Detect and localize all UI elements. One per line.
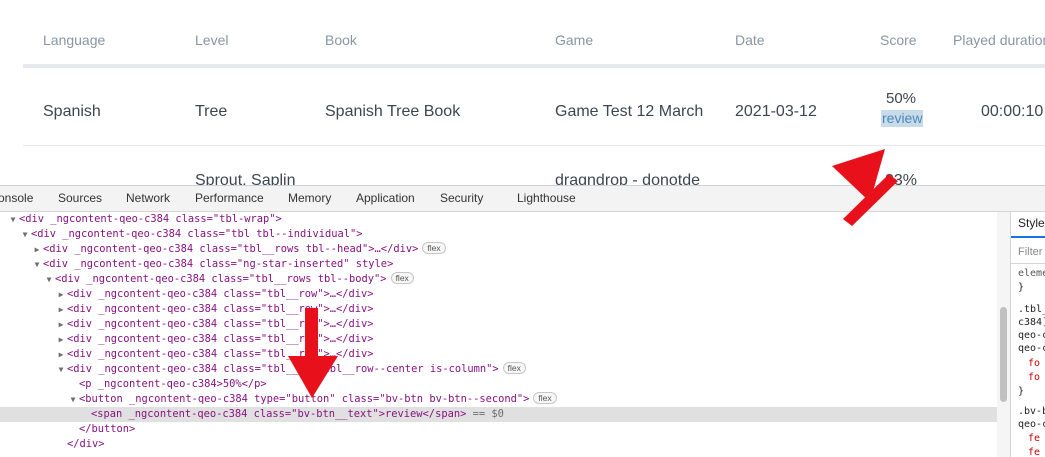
arrow-to-review-icon: [832, 149, 898, 226]
arrow-to-button-node-icon: [288, 308, 338, 398]
annotation-arrows: [288, 149, 898, 398]
